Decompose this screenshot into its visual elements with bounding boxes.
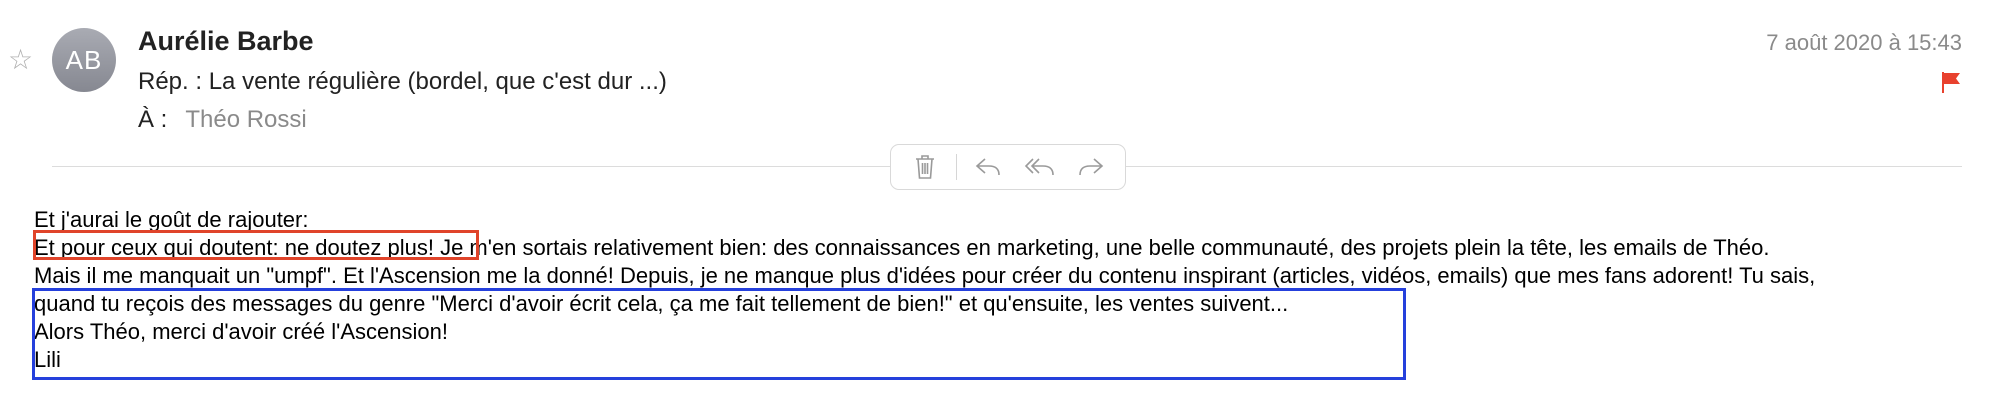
reply-icon	[976, 158, 1001, 176]
message-toolbar	[890, 144, 1126, 190]
body-text: Je m'en sortais relativement bien: des c…	[433, 235, 1770, 260]
toolbar-separator	[956, 154, 958, 180]
reply-all-icon	[1024, 158, 1054, 176]
body-line: Mais il me manquait un "umpf". Et l'Asce…	[34, 263, 1816, 288]
forward-button[interactable]	[1071, 149, 1111, 185]
red-highlight-box	[33, 230, 479, 260]
trash-icon	[915, 155, 934, 179]
reply-button[interactable]	[968, 149, 1008, 185]
recipient-name[interactable]: Théo Rossi	[185, 106, 306, 133]
star-icon[interactable]: ☆	[8, 46, 33, 74]
delete-button[interactable]	[905, 149, 945, 185]
blue-highlight-box	[32, 288, 1406, 380]
message-date: 7 août 2020 à 15:43	[1766, 30, 1962, 55]
recipient-row: À : Théo Rossi	[138, 106, 307, 134]
sender-name: Aurélie Barbe	[138, 26, 314, 56]
reply-all-button[interactable]	[1020, 149, 1060, 185]
to-label: À :	[138, 106, 168, 133]
flag-icon[interactable]	[1940, 70, 1962, 94]
avatar-initials: AB	[65, 44, 103, 75]
forward-icon	[1079, 158, 1104, 176]
message-subject: Rép. : La vente régulière (bordel, que c…	[138, 68, 667, 95]
avatar: AB	[52, 28, 116, 92]
